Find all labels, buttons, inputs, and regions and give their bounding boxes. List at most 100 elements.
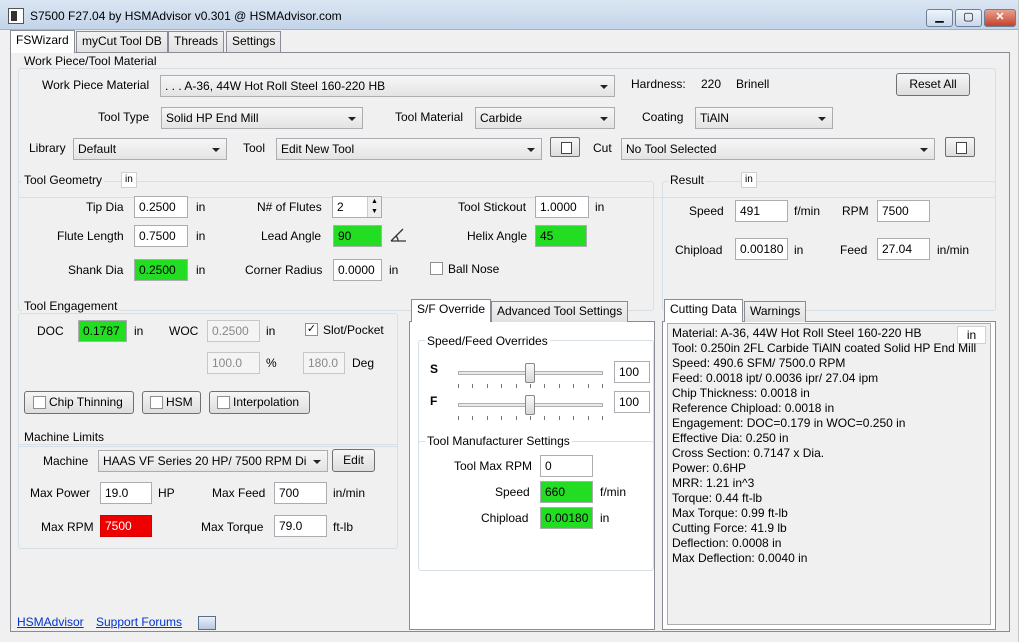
speed-override-input[interactable]: 100 — [614, 361, 650, 383]
hsm-button[interactable]: HSM — [142, 391, 201, 414]
cutting-data-line: MRR: 1.21 in^3 — [672, 476, 755, 490]
tab-cutting-data[interactable]: Cutting Data — [664, 299, 743, 322]
flute-length-label: Flute Length — [57, 229, 124, 243]
max-feed-input[interactable]: 700 — [274, 482, 327, 504]
cutting-data-line: Max Torque: 0.99 ft-lb — [672, 506, 788, 520]
shank-dia-input[interactable]: 0.2500 — [134, 259, 188, 281]
feed-override-ticks — [458, 416, 603, 420]
coating-select[interactable]: TiAlN — [695, 107, 833, 129]
hardness-label: Hardness: — [631, 77, 686, 91]
reset-all-button[interactable]: Reset All — [896, 73, 970, 96]
degree-unit: Deg — [352, 356, 375, 370]
hardness-value: 220 — [701, 77, 722, 91]
slider-tick — [558, 416, 560, 420]
woc-percent-input[interactable]: 100.0 — [207, 352, 260, 374]
chip-thinning-checkbox — [33, 396, 46, 409]
mfr-speed-label: Speed — [495, 485, 530, 499]
flute-length-input[interactable]: 0.7500 — [134, 225, 188, 247]
chip-thinning-label: Chip Thinning — [49, 395, 123, 409]
geometry-unit-toggle[interactable]: in — [121, 172, 137, 188]
cut-open-icon[interactable] — [945, 137, 975, 157]
slot-pocket-label: Slot/Pocket — [323, 323, 384, 337]
library-select[interactable]: Default — [73, 138, 227, 160]
machine-title: Machine Limits — [22, 430, 107, 444]
engagement-angle-input[interactable]: 180.0 — [303, 352, 345, 374]
slot-pocket-checkbox[interactable]: ✓ — [305, 323, 318, 336]
cut-select[interactable]: No Tool Selected — [621, 138, 935, 160]
cutting-data-line: Cutting Force: 41.9 lb — [672, 521, 787, 535]
ball-nose-label: Ball Nose — [448, 262, 500, 276]
slider-tick — [472, 416, 474, 420]
tab-sf-override[interactable]: S/F Override — [411, 299, 492, 322]
close-button[interactable]: ✕ — [984, 9, 1016, 27]
hsm-checkbox — [150, 396, 163, 409]
tool-open-icon[interactable] — [550, 137, 580, 157]
max-power-unit: HP — [158, 486, 175, 500]
tab-settings[interactable]: Settings — [226, 31, 282, 52]
machine-select[interactable]: HAAS VF Series 20 HP/ 7500 RPM Di — [98, 450, 328, 472]
max-power-input[interactable]: 19.0 — [100, 482, 152, 504]
flutes-spin-icon[interactable]: ▲ ▼ — [367, 197, 381, 217]
max-feed-unit: in/min — [333, 486, 366, 500]
max-rpm-input[interactable]: 7500 — [100, 515, 152, 537]
tab-mycut-tool-db[interactable]: myCut Tool DB — [76, 31, 168, 52]
feed-override-label: F — [430, 394, 438, 408]
slider-tick — [501, 416, 503, 420]
machine-edit-button[interactable]: Edit — [332, 449, 375, 472]
tool-material-select[interactable]: Carbide — [475, 107, 615, 129]
flutes-label: N# of Flutes — [257, 200, 322, 214]
max-torque-input[interactable]: 79.0 — [274, 515, 327, 537]
tool-type-select[interactable]: Solid HP End Mill — [161, 107, 363, 129]
coating-label: Coating — [642, 110, 684, 124]
tool-max-rpm-input[interactable]: 0 — [540, 455, 593, 477]
result-rpm-label: RPM — [842, 204, 869, 218]
mfr-speed-input[interactable]: 660 — [540, 481, 593, 503]
mfr-chipload-input[interactable]: 0.00180 — [540, 507, 593, 529]
override-group-title: Speed/Feed Overrides — [425, 334, 550, 348]
shank-dia-label: Shank Dia — [68, 263, 124, 277]
result-feed-unit: in/min — [937, 243, 970, 257]
tab-advanced-tool-settings[interactable]: Advanced Tool Settings — [491, 301, 629, 322]
material-label: Work Piece Material — [42, 78, 150, 92]
minimize-button[interactable]: ▁ — [926, 9, 953, 27]
ball-nose-checkbox[interactable] — [430, 262, 443, 275]
slider-tick — [458, 384, 459, 388]
corner-radius-input[interactable]: 0.0000 — [333, 259, 382, 281]
lead-angle-input[interactable]: 90 — [333, 225, 382, 247]
result-unit-toggle[interactable]: in — [741, 172, 757, 188]
feed-override-input[interactable]: 100 — [614, 391, 650, 413]
tool-material-label: Tool Material — [395, 110, 464, 124]
woc-input[interactable]: 0.2500 — [207, 320, 260, 342]
speed-override-slider-thumb[interactable] — [525, 363, 535, 383]
helix-angle-input[interactable]: 45 — [535, 225, 587, 247]
feed-override-slider-thumb[interactable] — [525, 395, 535, 415]
result-feed-value: 27.04 — [877, 238, 930, 260]
hsmadvisor-link[interactable]: HSMAdvisor — [17, 615, 84, 629]
stickout-input[interactable]: 1.0000 — [535, 196, 589, 218]
stickout-label: Tool Stickout — [458, 200, 527, 214]
tab-threads[interactable]: Threads — [168, 31, 225, 52]
percent-unit: % — [266, 356, 277, 370]
lead-angle-label: Lead Angle — [261, 229, 322, 243]
tip-dia-input[interactable]: 0.2500 — [134, 196, 188, 218]
maximize-button[interactable]: ▢ — [955, 9, 982, 27]
helix-angle-label: Helix Angle — [467, 229, 528, 243]
background-strip — [1018, 0, 1026, 642]
slider-tick — [458, 416, 459, 420]
material-select[interactable]: . . . A-36, 44W Hot Roll Steel 160-220 H… — [160, 75, 615, 97]
workpiece-group-title: Work Piece/Tool Material — [22, 54, 159, 68]
chip-thinning-button[interactable]: Chip Thinning — [24, 391, 134, 414]
tab-warnings[interactable]: Warnings — [744, 301, 807, 322]
result-chipload-unit: in — [794, 243, 804, 257]
feedback-icon[interactable] — [198, 616, 216, 630]
doc-input[interactable]: 0.1787 — [78, 320, 127, 342]
tab-fswizard[interactable]: FSWizard — [10, 30, 75, 53]
interpolation-button[interactable]: Interpolation — [209, 391, 310, 414]
result-rpm-value: 7500 — [877, 200, 930, 222]
engagement-title: Tool Engagement — [22, 299, 120, 313]
tool-select[interactable]: Edit New Tool — [276, 138, 542, 160]
support-forums-link[interactable]: Support Forums — [96, 615, 182, 629]
cut-label: Cut — [593, 141, 612, 155]
result-chipload-value: 0.00180 — [735, 238, 788, 260]
max-torque-label: Max Torque — [201, 520, 264, 534]
